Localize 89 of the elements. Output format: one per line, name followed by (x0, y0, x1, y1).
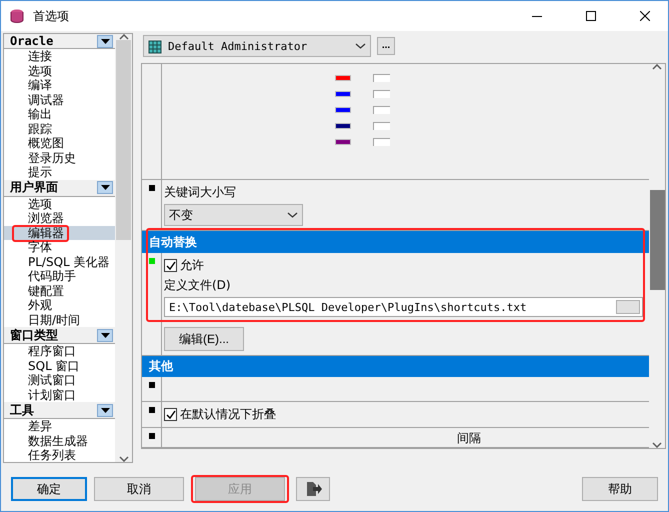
export-button[interactable] (296, 477, 330, 501)
chevron-down-icon (287, 212, 298, 218)
allow-checkbox[interactable]: 允许 (164, 257, 647, 274)
collapse-button[interactable] (97, 34, 113, 48)
scroll-thumb[interactable] (650, 190, 664, 290)
sidebar-item[interactable]: 任务列表 (4, 448, 115, 462)
sidebar-item[interactable]: 外观 (4, 298, 115, 312)
section-header: 自动替换 (142, 231, 649, 254)
sidebar-item[interactable]: 输出 (4, 107, 115, 122)
color-swatch[interactable] (335, 123, 351, 129)
bullet-icon (148, 382, 154, 388)
collapse-button[interactable] (97, 181, 113, 194)
scrollbar[interactable] (115, 34, 132, 462)
field-label: 间隔 (457, 430, 481, 447)
scroll-thumb[interactable] (116, 40, 131, 240)
sidebar-item[interactable]: 数据生成器 (4, 434, 115, 448)
help-button[interactable]: 帮助 (582, 477, 658, 501)
color-swatch[interactable] (335, 75, 351, 81)
section-header: 其他 (142, 356, 649, 378)
sidebar-item[interactable]: 选项 (4, 64, 115, 78)
sidebar-item[interactable]: 浏览器 (4, 211, 115, 226)
group-title: 工具 (10, 402, 34, 418)
caret-icon (100, 38, 110, 44)
color-swatch[interactable] (335, 91, 351, 97)
group-title: Oracle (10, 34, 54, 48)
collapse-button[interactable] (97, 404, 113, 416)
bullet-icon (148, 185, 154, 192)
bullet-icon (148, 433, 154, 439)
sidebar-item[interactable]: 编译 (4, 78, 115, 92)
sidebar-item[interactable]: 字体 (4, 240, 115, 254)
sidebar-item[interactable]: 程序窗口 (4, 344, 115, 358)
sidebar-item[interactable]: PL/SQL 美化器 (4, 254, 115, 269)
grid-icon (148, 38, 164, 54)
collapse-checkbox[interactable]: 在默认情况下折叠 (164, 406, 647, 423)
sidebar-item[interactable]: 提示 (4, 165, 115, 180)
sidebar-item[interactable]: 编辑器 (4, 226, 115, 240)
caret-icon (100, 332, 110, 338)
bullet-icon (148, 258, 154, 264)
cancel-button[interactable]: 取消 (94, 477, 184, 501)
database-icon (9, 8, 25, 24)
sidebar-item[interactable]: 选项 (4, 196, 115, 211)
group-header[interactable]: 用户界面 (4, 180, 115, 196)
group-title: 用户界面 (10, 179, 58, 196)
group-header[interactable]: 窗口类型 (4, 327, 115, 344)
sidebar-item[interactable]: 概览图 (4, 136, 115, 150)
chevron-down-icon (355, 43, 366, 49)
scroll-up-icon[interactable] (118, 34, 128, 40)
sidebar-item[interactable]: 计划窗口 (4, 388, 115, 402)
sidebar-item[interactable]: 连接 (4, 49, 115, 64)
caret-icon (100, 408, 110, 412)
scroll-down-icon[interactable] (652, 442, 662, 448)
color-box[interactable] (373, 138, 390, 146)
sidebar-item[interactable]: 日期/时间 (4, 312, 115, 327)
sidebar-item[interactable]: 代码助手 (4, 269, 115, 284)
sidebar-item[interactable]: 差异 (4, 419, 115, 434)
sidebar-item[interactable]: 键配置 (4, 284, 115, 298)
export-icon (304, 481, 322, 497)
color-box[interactable] (373, 90, 390, 98)
caret-icon (100, 185, 110, 190)
bullet-icon (148, 407, 154, 413)
group-header[interactable]: Oracle (4, 34, 115, 49)
field-label: 定义文件(D) (164, 277, 232, 294)
ok-button[interactable]: 确定 (11, 477, 87, 501)
checkmark-icon (166, 260, 176, 271)
sidebar-item[interactable]: 调试器 (4, 92, 115, 107)
sidebar-item[interactable]: SQL 窗口 (4, 358, 115, 373)
edit-button[interactable]: 编辑(E)... (164, 327, 244, 352)
file-path-field[interactable]: E:\Tool\datebase\PLSQL Developer\PlugIns\shortcuts.txt (164, 297, 643, 318)
field-label: 关键词大小写 (164, 184, 237, 202)
color-box[interactable] (373, 74, 390, 82)
color-swatch[interactable] (335, 107, 351, 113)
more-button[interactable]: ... (377, 37, 395, 55)
color-box[interactable] (373, 106, 390, 114)
checkmark-icon (166, 410, 176, 420)
scrollbar[interactable] (649, 64, 665, 448)
case-dropdown[interactable]: 不变 (164, 204, 303, 226)
sidebar-item[interactable]: 跟踪 (4, 122, 115, 136)
window-title: 首选项 (33, 8, 70, 24)
color-box[interactable] (373, 122, 390, 130)
color-swatch[interactable] (335, 139, 351, 145)
collapse-button[interactable] (97, 328, 113, 342)
sidebar-item[interactable]: 测试窗口 (4, 373, 115, 388)
scroll-down-icon[interactable] (118, 456, 128, 462)
group-header[interactable]: 工具 (4, 402, 115, 419)
profile-dropdown[interactable]: Default Administrator (143, 35, 371, 57)
highlight-annotation (12, 224, 69, 242)
scroll-up-icon[interactable] (652, 64, 662, 70)
group-title: 窗口类型 (10, 326, 58, 344)
sidebar-item[interactable]: 登录历史 (4, 150, 115, 165)
